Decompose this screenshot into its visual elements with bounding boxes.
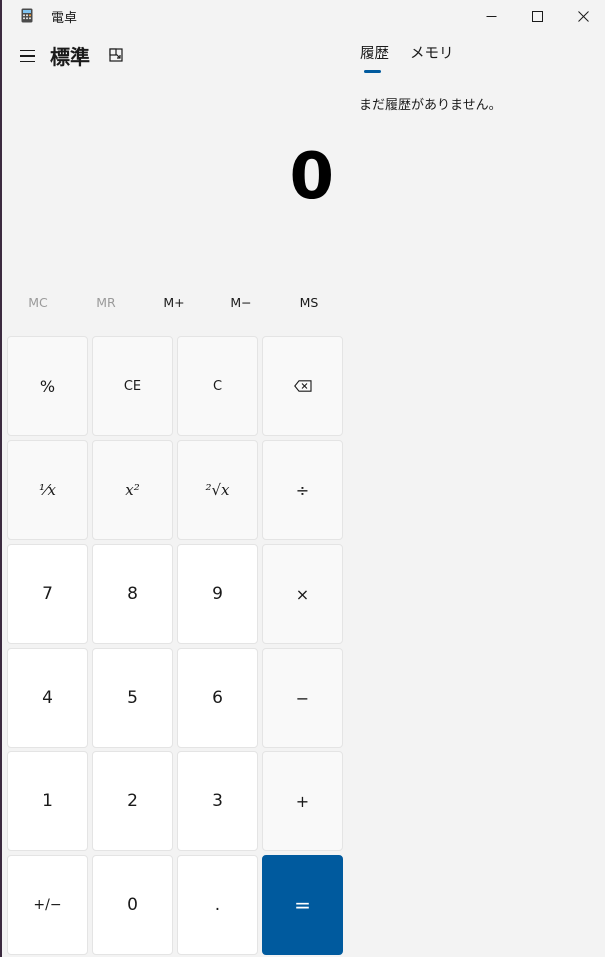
equals-button[interactable]: = — [262, 855, 343, 955]
maximize-button[interactable] — [514, 0, 560, 32]
navigation-menu-button[interactable] — [12, 42, 42, 70]
keep-on-top-icon — [109, 48, 123, 62]
result-display: 0 — [289, 140, 334, 214]
digit-7-button[interactable]: 7 — [7, 544, 88, 644]
window-title: 電卓 — [51, 11, 78, 26]
close-icon — [577, 10, 589, 22]
memory-add-button[interactable]: M+ — [142, 288, 206, 316]
square-button[interactable]: x² — [92, 440, 173, 540]
percent-button[interactable]: % — [7, 336, 88, 436]
clear-entry-button[interactable]: CE — [92, 336, 173, 436]
calculator-app-icon — [21, 8, 33, 23]
keep-on-top-button[interactable] — [104, 44, 128, 66]
hamburger-icon-line — [19, 49, 35, 52]
backspace-button[interactable] — [262, 336, 343, 436]
backspace-icon — [293, 380, 312, 392]
memory-store-button[interactable]: MS — [277, 288, 341, 316]
multiply-button[interactable]: × — [262, 544, 343, 644]
square-root-button[interactable]: ²√x — [177, 440, 258, 540]
memory-clear-button: MC — [28, 294, 48, 310]
negate-button[interactable]: +/− — [7, 855, 88, 955]
hamburger-icon-line — [19, 55, 35, 57]
digit-0-button[interactable]: 0 — [92, 855, 173, 955]
digit-3-button[interactable]: 3 — [177, 751, 258, 851]
digit-4-button[interactable]: 4 — [7, 648, 88, 748]
digit-1-button[interactable]: 1 — [7, 751, 88, 851]
minimize-icon — [486, 15, 496, 17]
calculator-mode-title: 標準 — [50, 45, 90, 69]
maximize-icon — [531, 10, 543, 22]
history-empty-message: まだ履歴がありません。 — [359, 98, 502, 113]
digit-8-button[interactable]: 8 — [92, 544, 173, 644]
memory-subtract-button[interactable]: M− — [209, 288, 273, 316]
digit-6-button[interactable]: 6 — [177, 648, 258, 748]
title-bar: 電卓 — [0, 0, 605, 32]
memory-recall-button: MR — [96, 294, 116, 310]
selected-tab-indicator — [364, 70, 381, 73]
tab-memory[interactable]: メモリ — [410, 42, 454, 63]
clear-button[interactable]: C — [177, 336, 258, 436]
subtract-button[interactable]: − — [262, 648, 343, 748]
square-label: x² — [125, 481, 140, 499]
add-button[interactable]: + — [262, 751, 343, 851]
digit-5-button[interactable]: 5 — [92, 648, 173, 748]
reciprocal-label: ¹⁄x — [39, 481, 56, 499]
close-button[interactable] — [560, 0, 605, 32]
digit-2-button[interactable]: 2 — [92, 751, 173, 851]
square-root-label: ²√x — [205, 481, 230, 499]
digit-9-button[interactable]: 9 — [177, 544, 258, 644]
divide-button[interactable]: ÷ — [262, 440, 343, 540]
reciprocal-button[interactable]: ¹⁄x — [7, 440, 88, 540]
hamburger-icon-line — [19, 60, 35, 63]
minimize-button[interactable] — [468, 0, 514, 32]
decimal-button[interactable]: . — [177, 855, 258, 955]
tab-history[interactable]: 履歴 — [360, 42, 389, 63]
window-left-edge — [0, 0, 2, 957]
